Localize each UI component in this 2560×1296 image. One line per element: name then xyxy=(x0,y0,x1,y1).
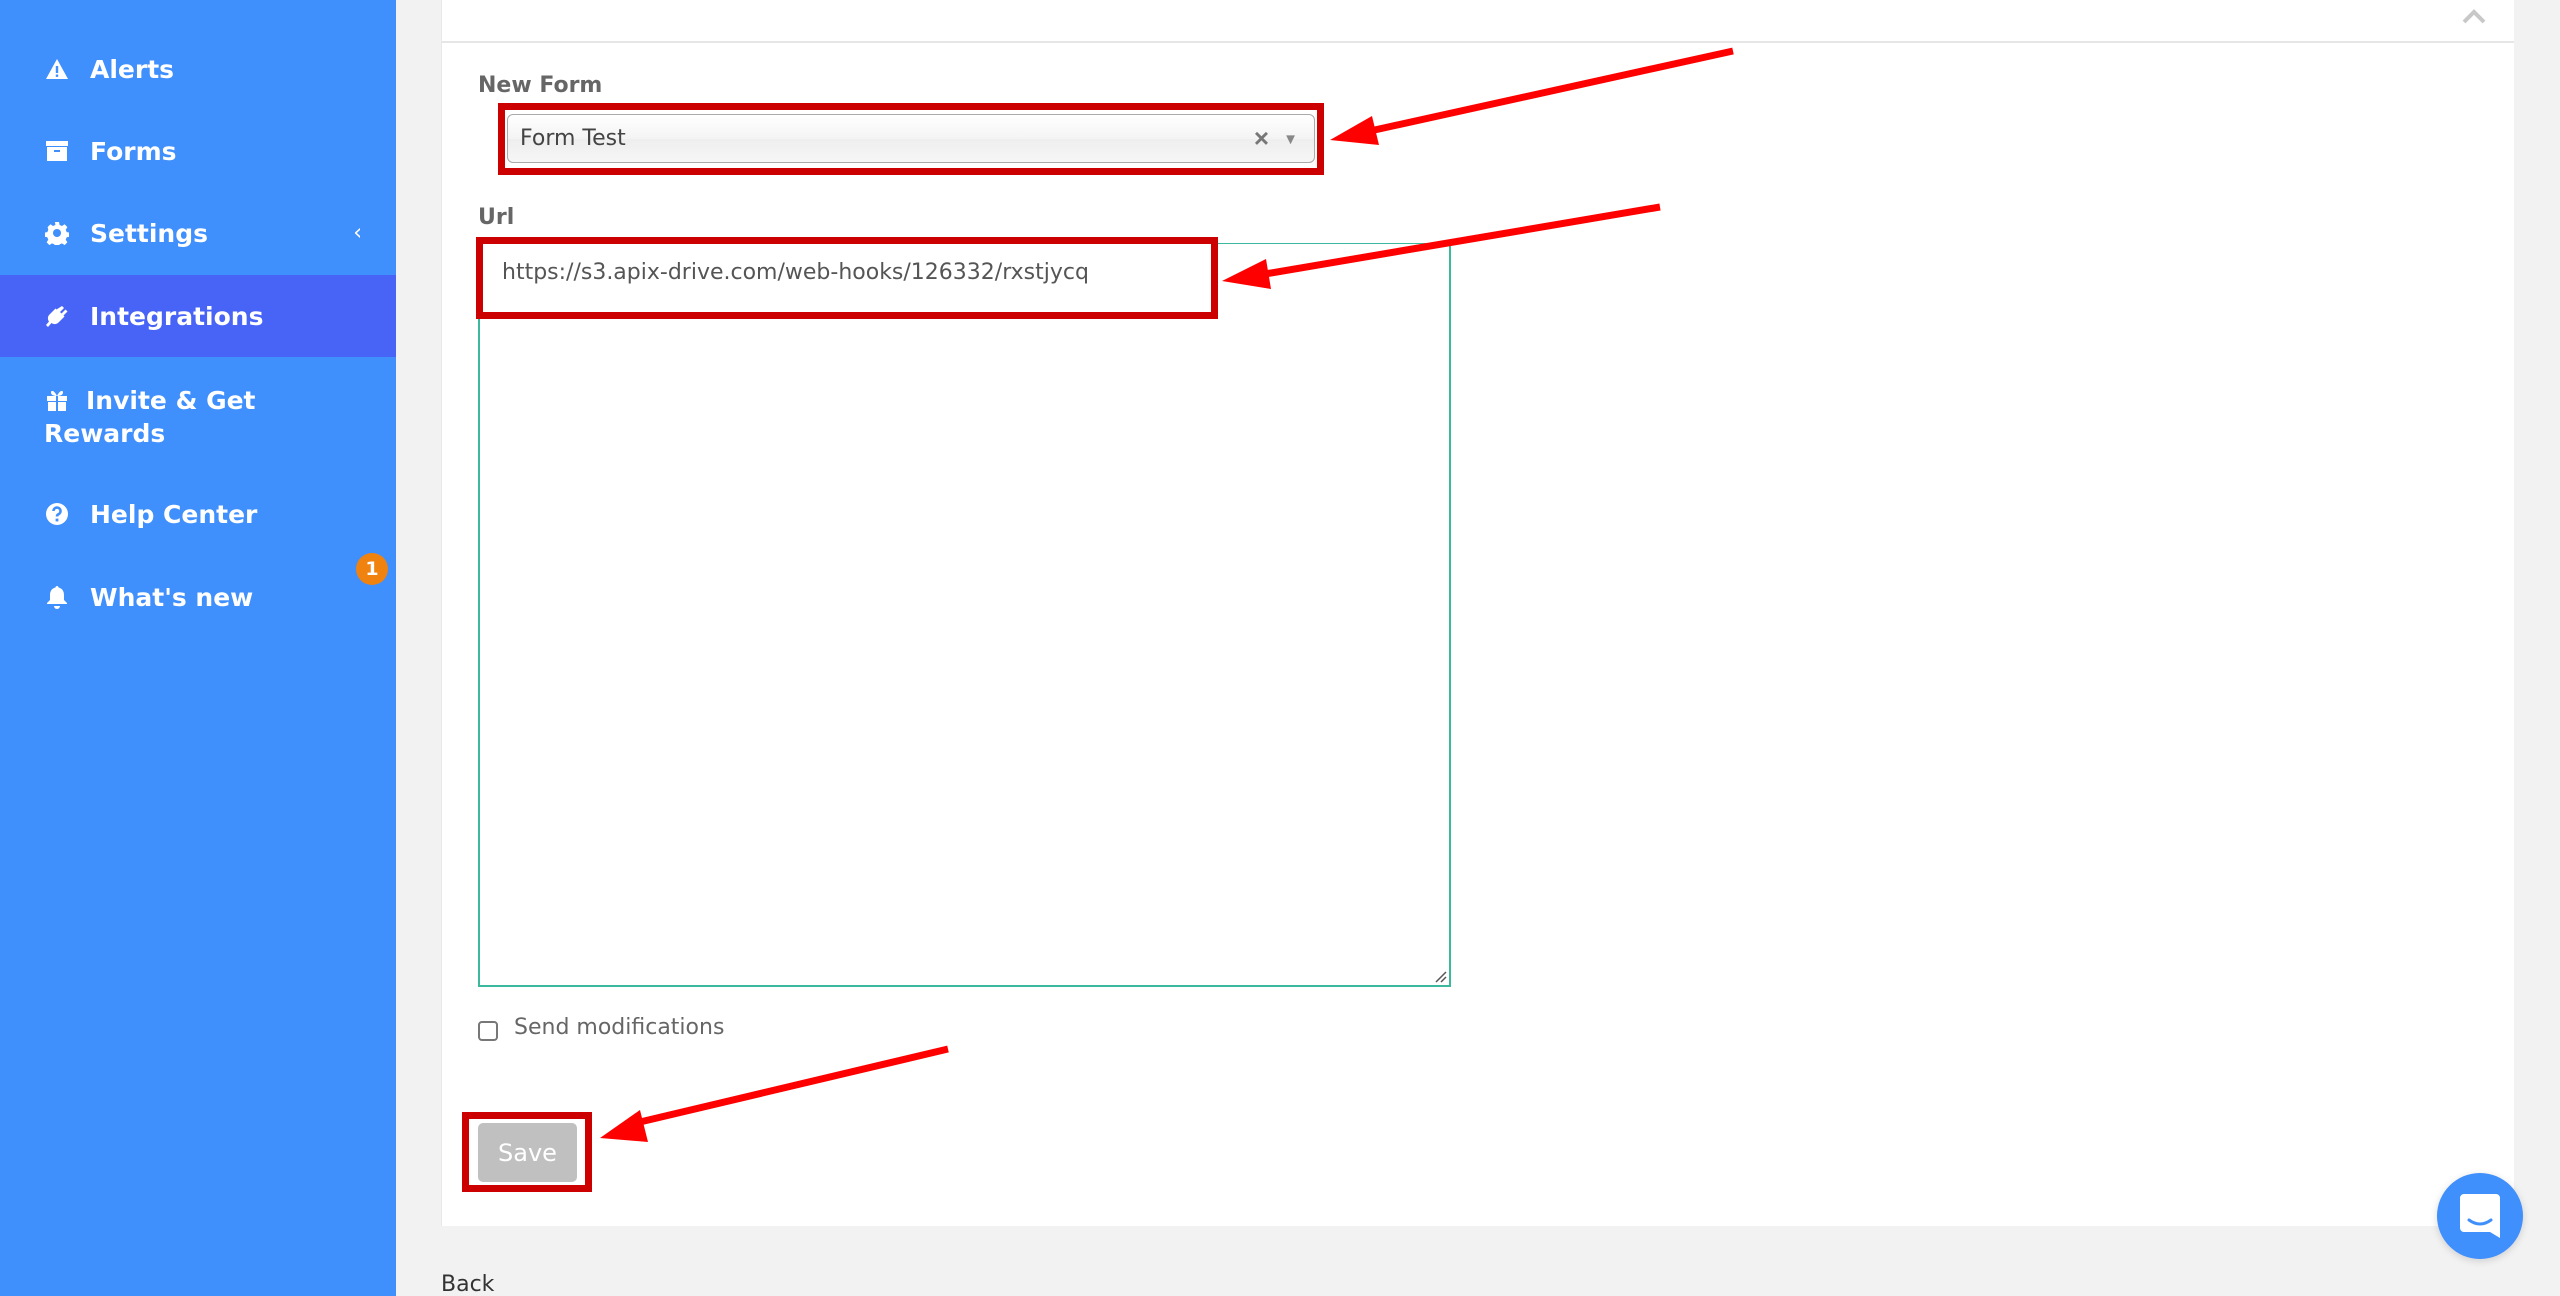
gift-icon xyxy=(44,387,70,413)
sidebar-item-integrations[interactable]: Integrations xyxy=(0,275,396,357)
new-form-select[interactable]: Form Test × ▼ xyxy=(507,114,1315,163)
back-link[interactable]: Back xyxy=(441,1272,494,1296)
sidebar-item-forms[interactable]: Forms xyxy=(0,124,396,178)
plug-icon xyxy=(44,303,70,329)
save-button[interactable]: Save xyxy=(478,1123,577,1182)
send-modifications-label: Send modifications xyxy=(514,1015,725,1040)
sidebar-item-label: Help Center xyxy=(90,499,258,529)
gear-icon xyxy=(44,220,70,246)
chevron-left-icon: ‹ xyxy=(353,220,362,246)
send-modifications-checkbox[interactable] xyxy=(478,1021,498,1041)
url-label: Url xyxy=(478,205,515,230)
sidebar-item-help-center[interactable]: Help Center xyxy=(0,487,396,541)
sidebar-item-label: Forms xyxy=(90,136,177,166)
sidebar-item-whats-new[interactable]: What's new xyxy=(0,570,396,624)
new-form-selected-value: Form Test xyxy=(520,126,626,151)
archive-icon xyxy=(44,138,70,164)
url-textarea[interactable]: https://s3.apix-drive.com/web-hooks/1263… xyxy=(478,243,1451,987)
sidebar-item-invite-rewards[interactable]: Invite & Get Rewards xyxy=(0,384,396,454)
notification-badge: 1 xyxy=(356,553,388,585)
url-value: https://s3.apix-drive.com/web-hooks/1263… xyxy=(502,260,1089,285)
sidebar-item-settings[interactable]: Settings ‹ xyxy=(0,206,396,260)
sidebar-item-label: Invite & Get Rewards xyxy=(44,386,256,448)
sidebar-item-alerts[interactable]: Alerts xyxy=(0,42,396,96)
chat-icon xyxy=(2460,1194,2500,1238)
bell-icon xyxy=(44,584,70,610)
collapse-chevron-up-icon[interactable] xyxy=(2462,6,2486,26)
sidebar-item-label: What's new xyxy=(90,582,254,612)
question-circle-icon xyxy=(44,501,70,527)
sidebar-item-label: Settings xyxy=(90,218,209,248)
sidebar-item-label: Integrations xyxy=(90,301,264,331)
sidebar-item-label: Alerts xyxy=(90,54,175,84)
integration-form-panel: New Form Form Test × ▼ Url https://s3.ap… xyxy=(441,0,2514,1226)
sidebar: Alerts Forms Settings ‹ Integrations Inv… xyxy=(0,0,396,1296)
resize-handle-icon[interactable] xyxy=(1431,967,1447,983)
clear-selection-icon[interactable]: × xyxy=(1254,123,1269,154)
dropdown-arrow-icon[interactable]: ▼ xyxy=(1283,131,1298,148)
new-form-label: New Form xyxy=(478,73,603,98)
panel-header xyxy=(442,0,2514,43)
warning-icon xyxy=(44,56,70,82)
chat-widget-button[interactable] xyxy=(2437,1173,2523,1259)
